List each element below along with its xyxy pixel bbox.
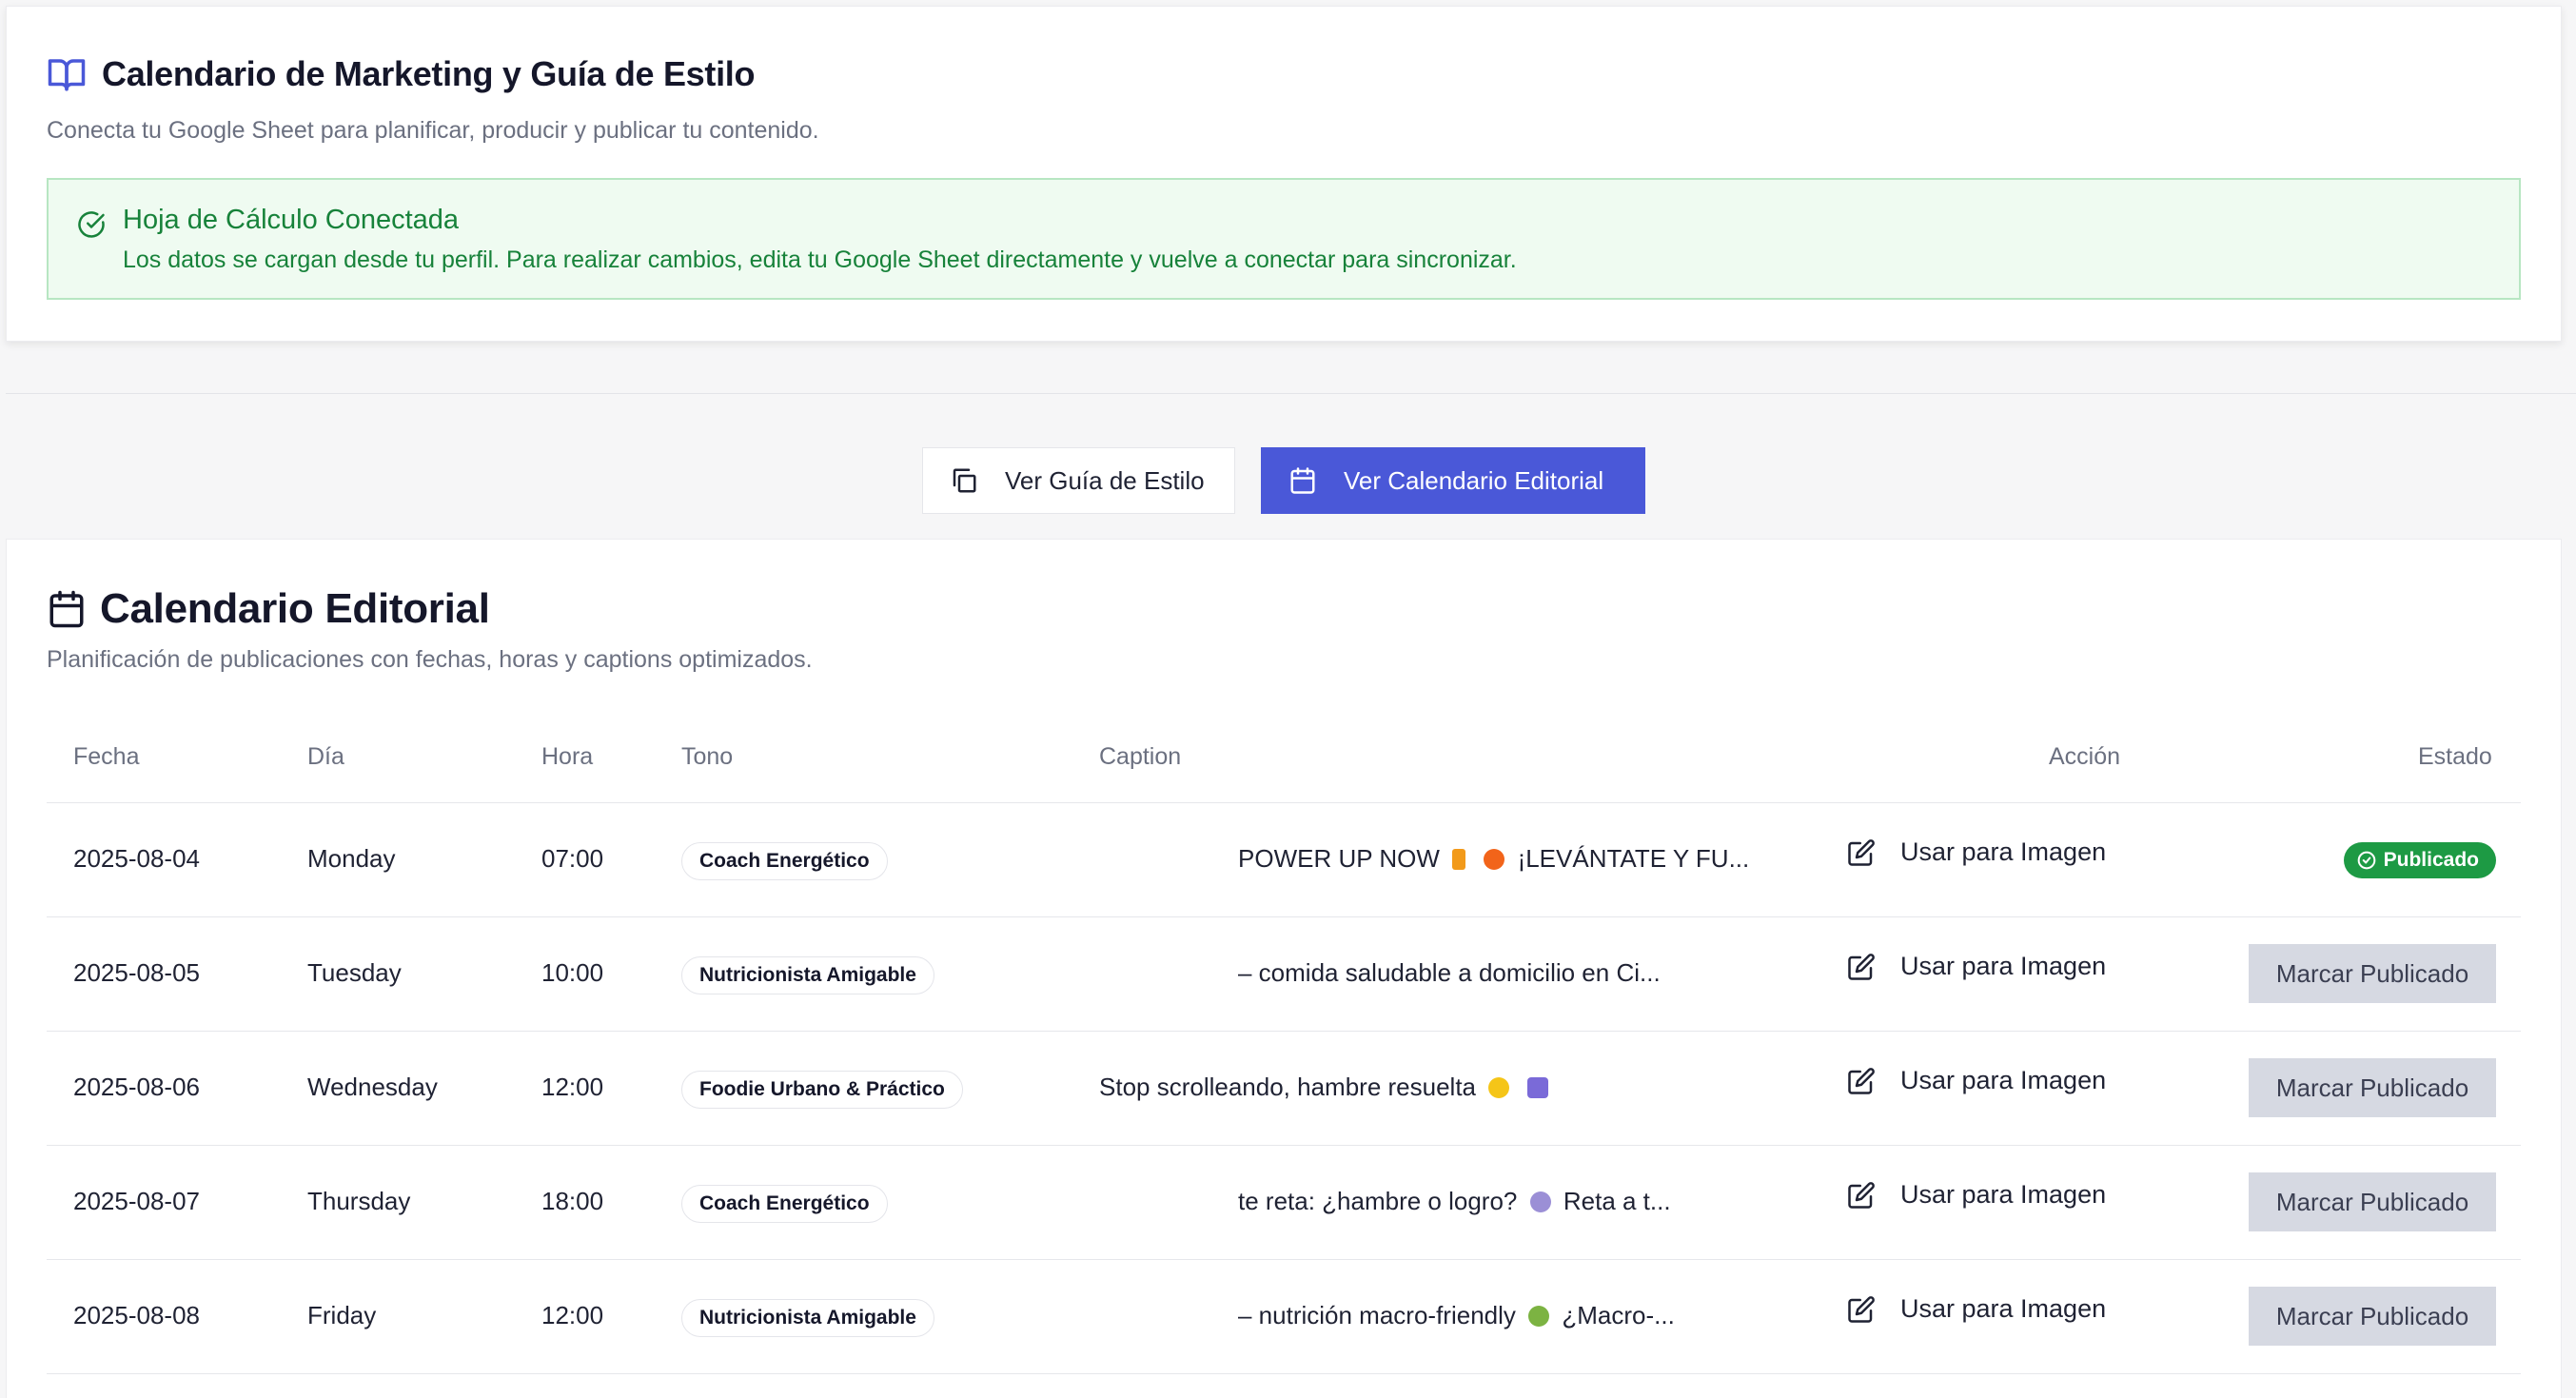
cell-dia: Wednesday — [307, 1073, 438, 1101]
use-for-image-label: Usar para Imagen — [1900, 837, 2107, 866]
caption-part: te reta: ¿hambre o logro? — [1238, 1187, 1518, 1215]
edit-icon — [1848, 953, 1875, 980]
calendar-title-row: Calendario Editorial — [47, 585, 490, 633]
tone-badge: Nutricionista Amigable — [681, 1299, 934, 1337]
table-row: 2025-08-07 Thursday 18:00 Coach Energéti… — [47, 1146, 2521, 1260]
published-badge: Publicado — [2343, 842, 2496, 878]
mark-published-button[interactable]: Marcar Publicado — [2249, 1287, 2496, 1346]
copy-icon — [953, 468, 976, 493]
cell-dia: Tuesday — [307, 958, 402, 987]
editorial-table: Fecha Día Hora Tono Caption Acción Estad… — [47, 719, 2521, 1374]
calendar-icon — [49, 590, 84, 628]
tone-badge: Coach Energético — [681, 1185, 888, 1223]
view-editorial-calendar-label: Ver Calendario Editorial — [1344, 465, 1604, 495]
column-tono: Tono — [681, 743, 734, 770]
alert-title: Hoja de Cálculo Conectada — [123, 205, 460, 235]
column-accion: Acción — [2049, 743, 2121, 770]
alert-message: Los datos se cargan desde tu perfil. Par… — [123, 246, 1517, 273]
edit-icon — [1848, 1067, 1875, 1094]
cell-fecha: 2025-08-04 — [73, 844, 200, 873]
published-label: Publicado — [2383, 849, 2479, 871]
header-card: Calendario de Marketing y Guía de Estilo… — [6, 6, 2562, 342]
cell-fecha: 2025-08-06 — [73, 1073, 200, 1101]
sunglasses-emoji-icon — [1488, 1077, 1510, 1098]
caption-text: Stop scrolleando, hambre resuelta — [1099, 1073, 1554, 1102]
cell-dia: Monday — [307, 844, 396, 873]
page-subtitle: Conecta tu Google Sheet para planificar,… — [47, 117, 819, 144]
column-fecha: Fecha — [73, 743, 140, 770]
caption-part: – nutrición macro-friendly — [1238, 1301, 1516, 1329]
edit-icon — [1848, 1181, 1875, 1209]
cell-hora: 12:00 — [541, 1073, 604, 1101]
caption-part: Reta a t... — [1563, 1187, 1671, 1215]
mark-published-button[interactable]: Marcar Publicado — [2249, 1058, 2496, 1117]
edit-icon — [1848, 1295, 1875, 1323]
caption-text: – nutrición macro-friendly ¿Macro-... — [1238, 1301, 1675, 1330]
table-header: Fecha Día Hora Tono Caption Acción Estad… — [47, 719, 2521, 803]
cell-dia: Friday — [307, 1301, 377, 1329]
fire-emoji-icon — [1484, 849, 1505, 870]
tone-badge: Coach Energético — [681, 842, 888, 880]
use-for-image-button[interactable]: Usar para Imagen — [1847, 837, 2106, 867]
use-for-image-button[interactable]: Usar para Imagen — [1847, 1294, 2106, 1324]
caption-text: POWER UP NOW ¡LEVÁNTATE Y FU... — [1238, 844, 1749, 874]
table-row: 2025-08-06 Wednesday 12:00 Foodie Urbano… — [47, 1032, 2521, 1146]
caption-text: – comida saludable a domicilio en Ci... — [1238, 958, 1661, 988]
table-row: 2025-08-04 Monday 07:00 Coach Energético… — [47, 803, 2521, 917]
header-title-row: Calendario de Marketing y Guía de Estilo — [47, 54, 755, 94]
caption-part: Stop scrolleando, hambre resuelta — [1099, 1073, 1477, 1101]
use-for-image-button[interactable]: Usar para Imagen — [1847, 1180, 2106, 1210]
table-row: 2025-08-08 Friday 12:00 Nutricionista Am… — [47, 1260, 2521, 1374]
tone-badge: Nutricionista Amigable — [681, 956, 934, 994]
cell-hora: 10:00 — [541, 958, 604, 987]
calendar-title: Calendario Editorial — [100, 585, 490, 632]
view-style-guide-button[interactable]: Ver Guía de Estilo — [922, 447, 1235, 514]
calendar-card: Calendario Editorial Planificación de pu… — [6, 539, 2562, 1398]
use-for-image-label: Usar para Imagen — [1900, 952, 2107, 980]
cell-dia: Thursday — [307, 1187, 411, 1215]
column-hora: Hora — [541, 743, 594, 770]
page-title: Calendario de Marketing y Guía de Estilo — [102, 54, 756, 93]
calendar-subtitle: Planificación de publicaciones con fecha… — [47, 646, 813, 673]
check-circle-icon — [78, 211, 105, 238]
section-divider — [6, 393, 2576, 394]
view-style-guide-label: Ver Guía de Estilo — [1005, 465, 1205, 495]
cell-fecha: 2025-08-05 — [73, 958, 200, 987]
edit-icon — [1848, 838, 1875, 866]
caption-part: POWER UP NOW — [1238, 844, 1440, 873]
mark-published-button[interactable]: Marcar Publicado — [2249, 944, 2496, 1003]
cell-fecha: 2025-08-08 — [73, 1301, 200, 1329]
connected-alert: Hoja de Cálculo Conectada Los datos se c… — [47, 178, 2521, 300]
caption-text: te reta: ¿hambre o logro? Reta a t... — [1238, 1187, 1671, 1216]
use-for-image-label: Usar para Imagen — [1900, 1180, 2107, 1209]
cell-hora: 12:00 — [541, 1301, 604, 1329]
use-for-image-button[interactable]: Usar para Imagen — [1847, 1066, 2106, 1095]
cell-hora: 18:00 — [541, 1187, 604, 1215]
use-for-image-button[interactable]: Usar para Imagen — [1847, 952, 2106, 981]
use-for-image-label: Usar para Imagen — [1900, 1066, 2107, 1094]
mark-published-button[interactable]: Marcar Publicado — [2249, 1172, 2496, 1231]
tone-badge: Foodie Urbano & Práctico — [681, 1071, 963, 1109]
table-row: 2025-08-05 Tuesday 10:00 Nutricionista A… — [47, 917, 2521, 1032]
cell-fecha: 2025-08-07 — [73, 1187, 200, 1215]
calendar-icon — [1290, 467, 1315, 494]
avocado-emoji-icon — [1528, 1306, 1550, 1327]
column-dia: Día — [307, 743, 344, 770]
column-estado: Estado — [2418, 743, 2492, 770]
takeout-emoji-icon — [1527, 1077, 1549, 1098]
caption-part: ¿Macro-... — [1562, 1301, 1675, 1329]
column-caption: Caption — [1099, 743, 1182, 770]
book-open-icon — [48, 59, 86, 91]
view-editorial-calendar-button[interactable]: Ver Calendario Editorial — [1261, 447, 1645, 514]
caption-part: ¡LEVÁNTATE Y FU... — [1517, 844, 1750, 873]
caption-part: – comida saludable a domicilio en Ci... — [1238, 958, 1661, 987]
use-for-image-label: Usar para Imagen — [1900, 1294, 2107, 1323]
stopwatch-emoji-icon — [1529, 1191, 1551, 1212]
cell-hora: 07:00 — [541, 844, 604, 873]
check-circle-icon — [2357, 851, 2375, 870]
lightning-emoji-icon — [1452, 849, 1466, 870]
